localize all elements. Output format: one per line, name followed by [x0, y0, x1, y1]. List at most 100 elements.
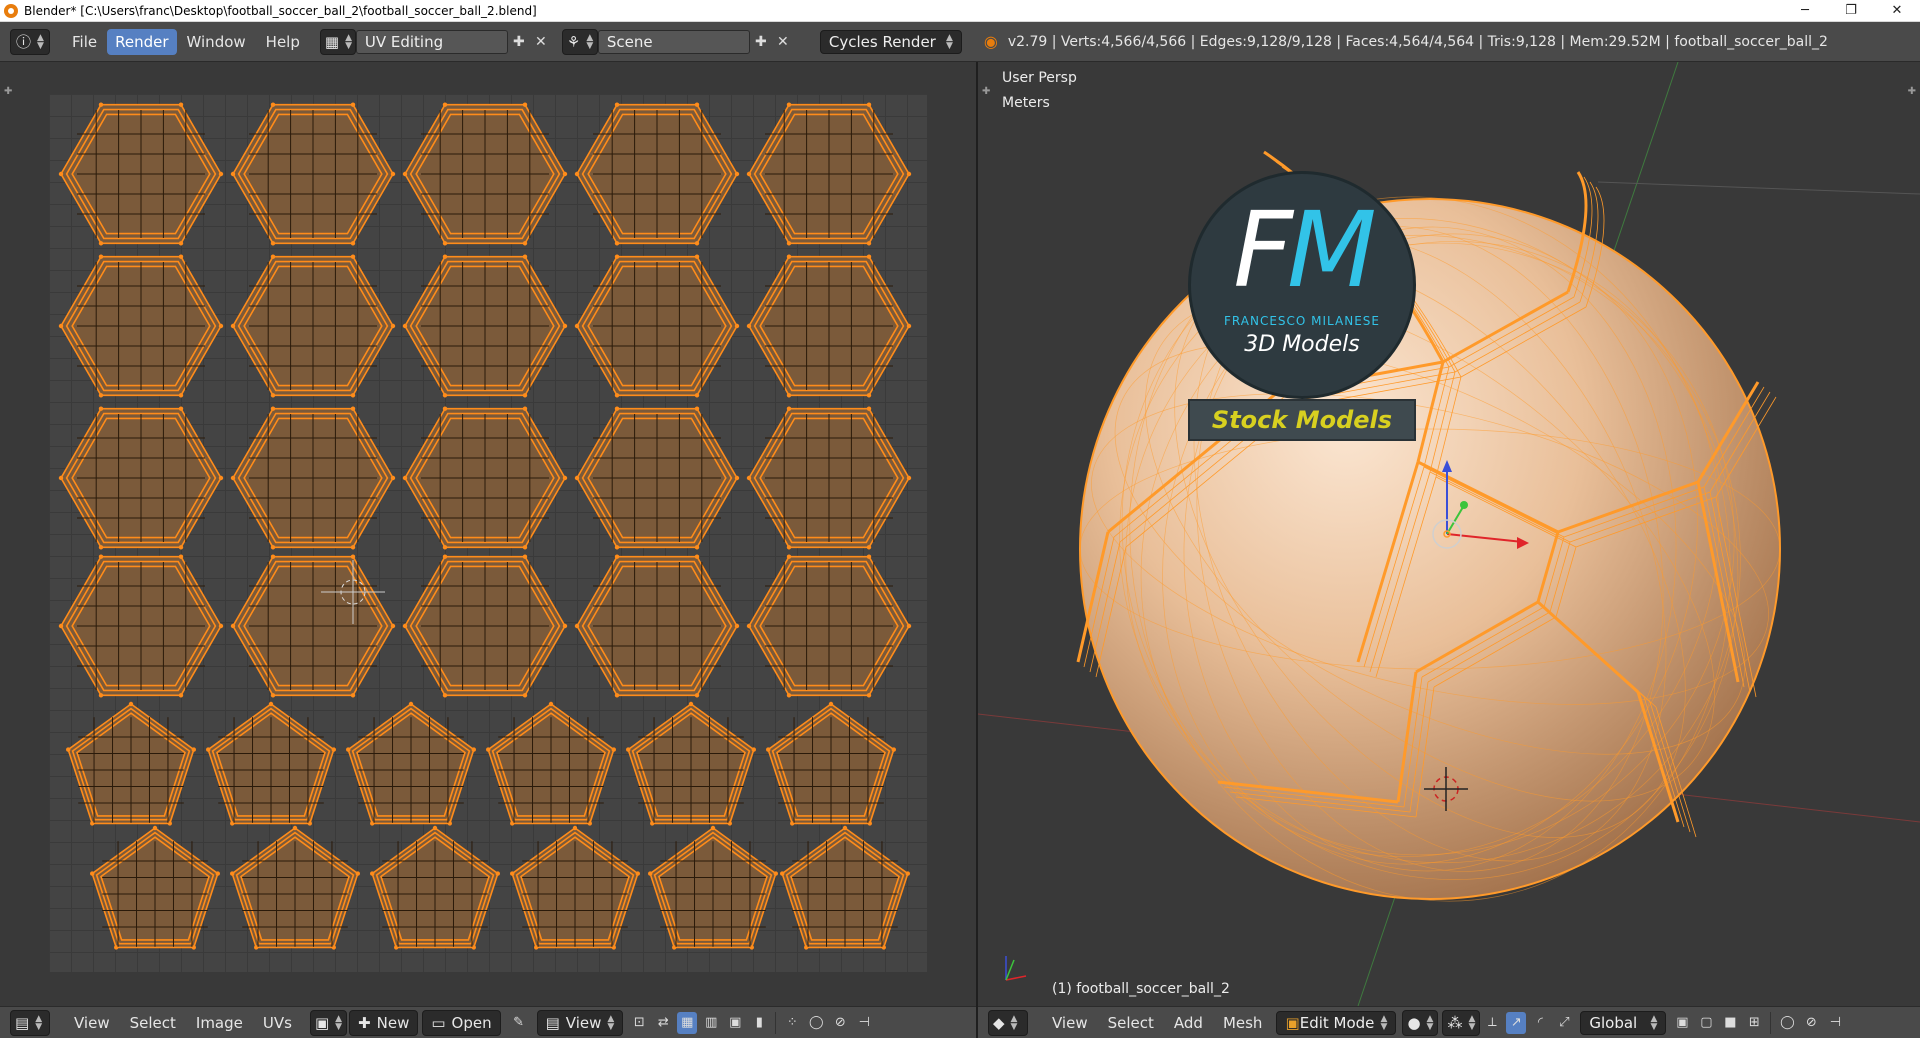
3d-viewport[interactable]: ✚ ✚ User Persp Meters FM FRANCESCO MILAN…: [978, 62, 1920, 1006]
orientation-dropdown[interactable]: Global ▲ ▼: [1580, 1010, 1667, 1035]
menu-mesh[interactable]: Mesh: [1213, 1010, 1273, 1036]
menu-view[interactable]: View: [1042, 1010, 1098, 1036]
uv-island-hexagon: [402, 406, 568, 550]
uv-island-pentagon: [780, 825, 910, 950]
face-select-icon[interactable]: ▣: [725, 1012, 745, 1034]
uv-island-pentagon: [206, 701, 336, 826]
dropdown-arrows-icon: ▲ ▼: [1380, 1013, 1388, 1032]
rotate-icon[interactable]: ◜: [1530, 1012, 1550, 1034]
uv-island-pentagon: [626, 701, 756, 826]
render-engine-dropdown[interactable]: Cycles Render ▲ ▼: [819, 29, 962, 54]
snap-element-icon[interactable]: ⊣: [1825, 1012, 1845, 1034]
menu-select[interactable]: Select: [1098, 1010, 1164, 1036]
info-header: ⓘ ▲ ▼ File Render Window Help ▦ ▲ ▼ UV Editi…: [0, 22, 1920, 62]
occlude-geometry-icon[interactable]: ⊞: [1744, 1012, 1764, 1034]
uv-canvas[interactable]: [49, 94, 927, 972]
image-browse-button[interactable]: ▣ ▲ ▼: [309, 1009, 348, 1036]
edge-select-icon[interactable]: ▢: [1696, 1012, 1716, 1034]
uv-island-hexagon: [58, 254, 224, 398]
proportional-edit-icon[interactable]: ◯: [806, 1012, 826, 1034]
menu-help[interactable]: Help: [256, 29, 310, 55]
uv-island-hexagon: [746, 554, 912, 698]
menu-uvs[interactable]: UVs: [253, 1010, 302, 1036]
logo-author: FRANCESCO MILANESE: [1224, 314, 1380, 328]
uv-island-hexagon: [230, 102, 396, 246]
logo-letters: FM: [1233, 189, 1377, 311]
separator: [775, 1011, 777, 1034]
uv-island-hexagon: [402, 254, 568, 398]
uv-island-hexagon: [402, 102, 568, 246]
pin-icon[interactable]: ✎: [509, 1012, 529, 1034]
open-image-label: Open: [451, 1013, 492, 1032]
edge-select-icon[interactable]: ▥: [701, 1012, 721, 1034]
uv-island-pentagon: [648, 825, 778, 950]
editor-type-selector[interactable]: ⓘ ▲ ▼: [10, 28, 50, 55]
sticky-select-icon[interactable]: ⁘: [782, 1012, 802, 1034]
mode-dropdown[interactable]: ▣ Edit Mode ▲ ▼: [1276, 1010, 1397, 1035]
shading-dropdown[interactable]: ● ▲ ▼: [1402, 1009, 1439, 1036]
face-select-icon[interactable]: ■: [1720, 1012, 1740, 1034]
grid-line: [1597, 181, 1920, 195]
uv-editor-panel[interactable]: ✚: [0, 62, 976, 1006]
view-mode-dropdown[interactable]: ▤ View ▲ ▼: [536, 1009, 624, 1036]
open-image-button[interactable]: ▭ Open: [422, 1009, 501, 1036]
translate-icon[interactable]: ↗: [1506, 1011, 1527, 1034]
menu-window[interactable]: Window: [177, 29, 256, 55]
dropdown-arrows-icon: ▲ ▼: [945, 32, 953, 51]
snap-element-icon[interactable]: ⊣: [854, 1012, 874, 1034]
menu-add[interactable]: Add: [1164, 1010, 1213, 1036]
uv-island-hexagon: [574, 554, 740, 698]
menu-image[interactable]: Image: [186, 1010, 253, 1036]
sync-selection-icon[interactable]: ⇄: [653, 1012, 673, 1034]
dropdown-arrows-icon: ▲ ▼: [345, 32, 352, 51]
uv-island-hexagon: [230, 554, 396, 698]
add-scene-icon[interactable]: ✚: [750, 30, 772, 54]
window-titlebar: Blender* [C:\Users\franc\Desktop\footbal…: [0, 0, 1920, 22]
pivot-dropdown[interactable]: ⁂ ▲ ▼: [1442, 1009, 1481, 1036]
new-image-button[interactable]: ✚ New: [349, 1009, 419, 1036]
viewport-header: ◆ ▲ ▼ View Select Add Mesh ▣ Edit Mode ▲ ▼ …: [978, 1006, 1920, 1038]
dropdown-arrows-icon: ▲ ▼: [1426, 1013, 1434, 1032]
maximize-button[interactable]: ❐: [1828, 0, 1874, 22]
screen-layout-field[interactable]: UV Editing: [355, 29, 508, 54]
cube-icon: ◆: [993, 1013, 1005, 1032]
menu-view[interactable]: View: [64, 1010, 120, 1036]
orientation-label: Global: [1589, 1013, 1638, 1032]
dropdown-arrows-icon: ▲ ▼: [1468, 1013, 1476, 1032]
add-layout-icon[interactable]: ✚: [508, 30, 530, 54]
remove-layout-icon[interactable]: ✕: [530, 30, 552, 54]
remove-scene-icon[interactable]: ✕: [772, 30, 794, 54]
scene-field[interactable]: Scene: [597, 29, 750, 54]
viewport-scene: [978, 62, 1920, 1006]
editor-type-selector[interactable]: ▤ ▲ ▼: [10, 1009, 50, 1036]
snap-icon[interactable]: ⊘: [830, 1012, 850, 1034]
window-title: Blender* [C:\Users\franc\Desktop\footbal…: [24, 3, 537, 18]
vertex-select-icon[interactable]: ▦: [677, 1011, 698, 1034]
dropdown-arrows-icon: ▲ ▼: [335, 1013, 343, 1032]
pivot-icon[interactable]: ⊡: [629, 1012, 649, 1034]
manipulator-icon[interactable]: ⟂: [1482, 1012, 1502, 1034]
panel-toggle-icon[interactable]: ✚: [4, 86, 12, 97]
uv-island-hexagon: [402, 554, 568, 698]
scale-icon[interactable]: ⤢: [1554, 1012, 1574, 1034]
dropdown-arrows-icon: ▲ ▼: [1650, 1013, 1658, 1032]
menu-select[interactable]: Select: [120, 1010, 186, 1036]
island-select-icon[interactable]: ▮: [749, 1012, 769, 1034]
menu-render[interactable]: Render: [107, 28, 177, 55]
dropdown-arrows-icon: ▲ ▼: [607, 1013, 615, 1032]
menu-file[interactable]: File: [62, 29, 107, 55]
proportional-edit-icon[interactable]: ◯: [1777, 1012, 1797, 1034]
close-window-button[interactable]: ✕: [1874, 0, 1920, 22]
uv-islands[interactable]: [49, 94, 927, 972]
watermark-banner: Stock Models: [1188, 399, 1416, 441]
snap-icon[interactable]: ⊘: [1801, 1012, 1821, 1034]
info-icon: ⓘ: [16, 33, 32, 51]
uv-island-hexagon: [746, 254, 912, 398]
vertex-select-icon[interactable]: ▣: [1672, 1012, 1692, 1034]
minimize-button[interactable]: ─: [1782, 0, 1828, 22]
scene-selector[interactable]: ⚘ ▲ ▼: [561, 28, 598, 55]
editor-type-selector[interactable]: ◆ ▲ ▼: [988, 1009, 1028, 1036]
uv-island-pentagon: [510, 825, 640, 950]
screen-layout-selector[interactable]: ▦ ▲ ▼: [319, 28, 356, 55]
uv-island-hexagon: [230, 254, 396, 398]
